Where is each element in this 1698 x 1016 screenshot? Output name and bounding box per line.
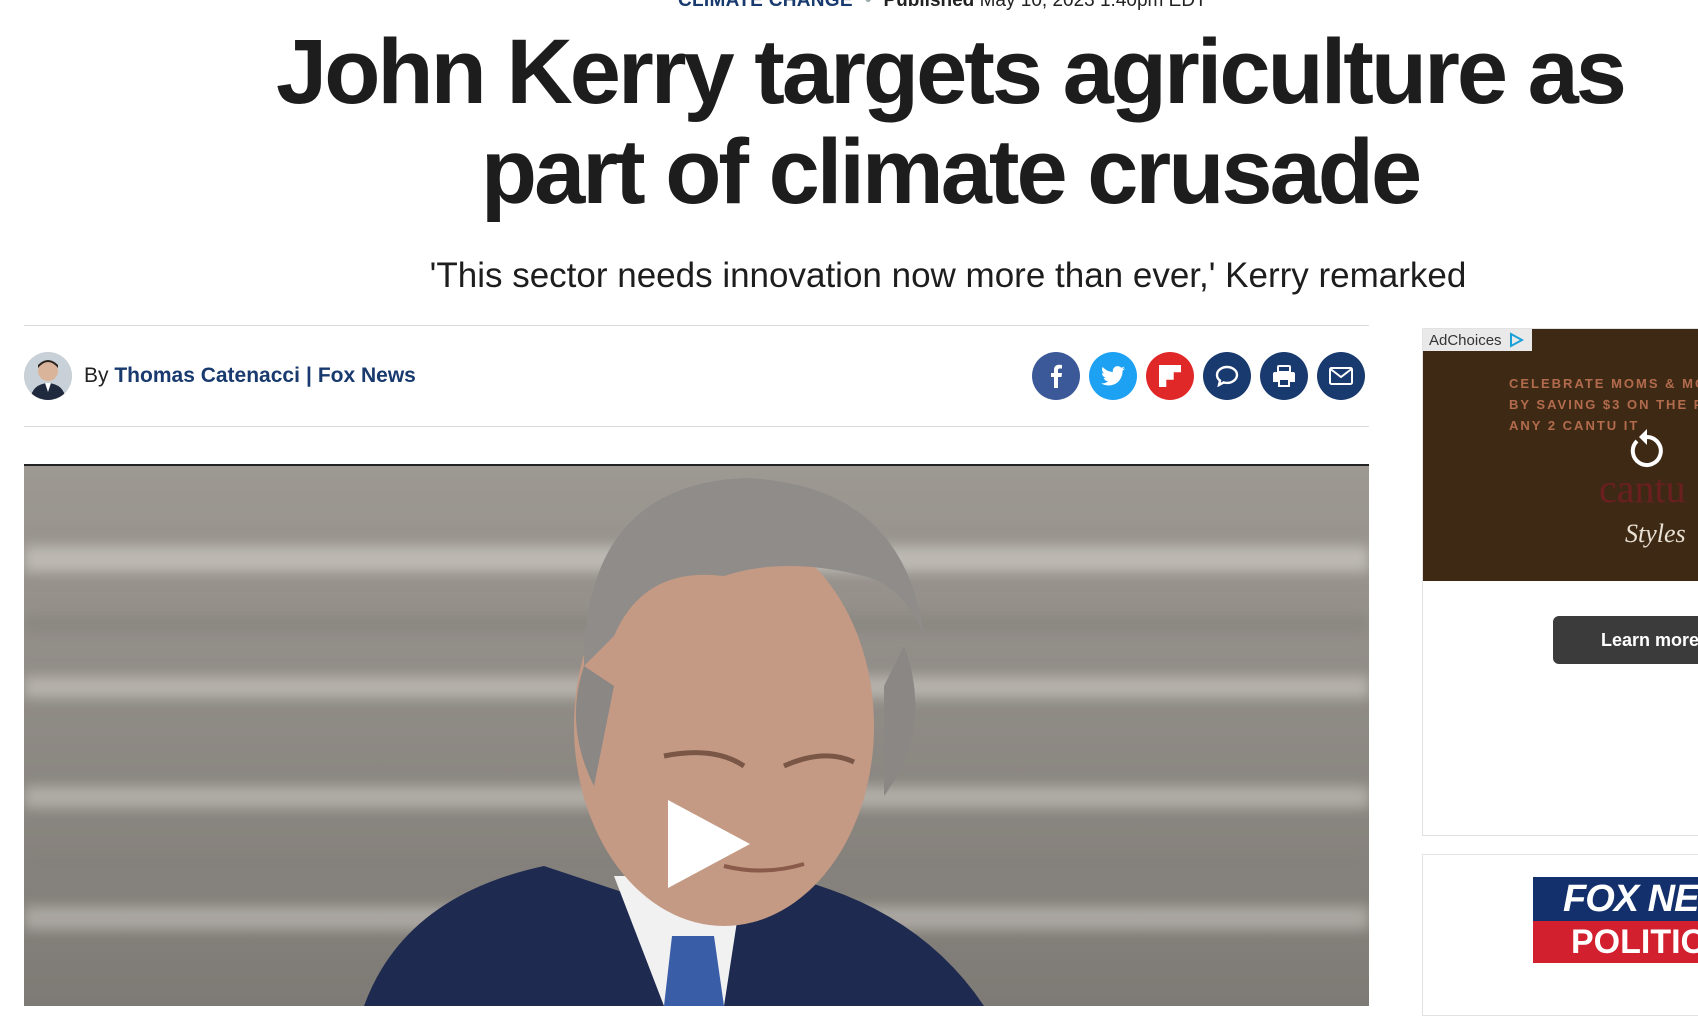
- comment-icon: [1215, 365, 1239, 387]
- byline-prefix: By: [84, 364, 109, 387]
- ad-script: Styles: [1625, 519, 1686, 548]
- adchoices-badge[interactable]: AdChoices: [1423, 329, 1532, 351]
- article-subhead: 'This sector needs innovation now more t…: [429, 256, 1467, 295]
- ad-creative[interactable]: AdChoices CELEBRATE MOMS & MO BY SAVING …: [1423, 329, 1698, 581]
- author-avatar[interactable]: [24, 352, 72, 400]
- video-player[interactable]: [24, 464, 1369, 1006]
- ad-promo-text: CELEBRATE MOMS & MO BY SAVING $3 ON THE …: [1509, 373, 1698, 436]
- ad-brand: cantu: [1599, 466, 1686, 511]
- byline-separator: |: [305, 364, 312, 387]
- adchoices-icon: [1509, 332, 1524, 348]
- print-icon: [1273, 365, 1295, 387]
- learn-more-button[interactable]: Learn more: [1553, 616, 1698, 664]
- ad-promo-line: ANY 2 CANTU IT: [1509, 418, 1640, 433]
- share-bar: [1032, 352, 1365, 400]
- twitter-share-button[interactable]: [1089, 352, 1137, 400]
- adchoices-label: AdChoices: [1429, 331, 1502, 349]
- facebook-icon: [1051, 364, 1062, 388]
- flipboard-share-button[interactable]: [1146, 352, 1194, 400]
- author-row: By Thomas Catenacci | Fox News: [24, 352, 1369, 400]
- twitter-icon: [1101, 366, 1125, 386]
- flipboard-icon: [1159, 365, 1181, 387]
- facebook-share-button[interactable]: [1032, 352, 1080, 400]
- email-share-button[interactable]: [1317, 352, 1365, 400]
- fox-news-politics-logo: FOX NE POLITIC: [1533, 877, 1698, 971]
- published-label: Published: [883, 0, 975, 11]
- ad-container: AdChoices CELEBRATE MOMS & MO BY SAVING …: [1422, 328, 1698, 836]
- play-icon[interactable]: [664, 796, 754, 892]
- divider-bottom: [24, 426, 1369, 427]
- meta-separator: •: [864, 0, 872, 11]
- author-link[interactable]: Thomas Catenacci: [114, 364, 300, 387]
- outlet-link[interactable]: Fox News: [318, 364, 416, 387]
- logo-top: FOX NE: [1533, 877, 1698, 921]
- print-button[interactable]: [1260, 352, 1308, 400]
- logo-bottom: POLITIC: [1533, 921, 1698, 963]
- article-meta: CLIMATE CHANGE • Published May 10, 2023 1:…: [678, 0, 1207, 14]
- ad-promo-line: CELEBRATE MOMS & MO: [1509, 376, 1698, 391]
- article-headline: John Kerry targets agriculture as part o…: [276, 21, 1627, 223]
- divider-top: [24, 325, 1369, 326]
- video-thumbnail: [24, 466, 1369, 1006]
- byline: By Thomas Catenacci | Fox News: [84, 364, 416, 388]
- publish-date: May 10, 2023 1:40pm EDT: [979, 0, 1207, 11]
- category-link[interactable]: CLIMATE CHANGE: [678, 0, 853, 11]
- ad-promo-line: BY SAVING $3 ON THE P: [1509, 397, 1698, 412]
- comments-button[interactable]: [1203, 352, 1251, 400]
- email-icon: [1329, 367, 1353, 385]
